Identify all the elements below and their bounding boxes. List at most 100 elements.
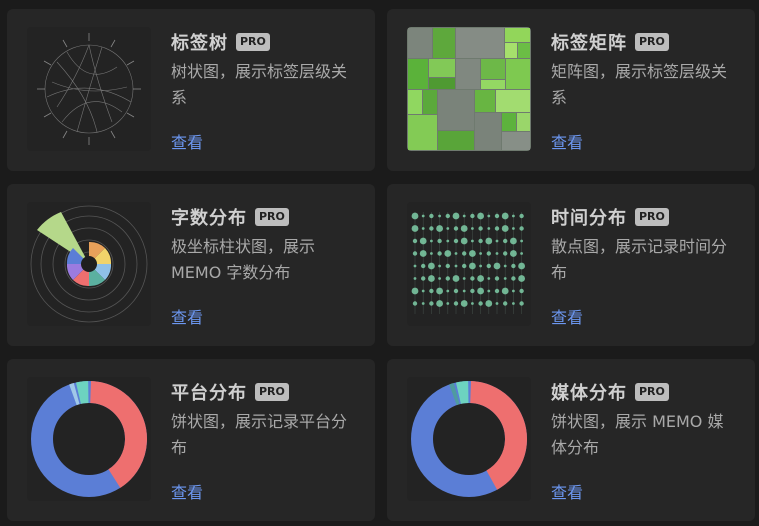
scatter-dot: [452, 212, 460, 220]
scatter-dot: [485, 300, 493, 307]
scatter-dot: [437, 238, 442, 244]
card-title: 平台分布: [171, 383, 247, 404]
scatter-dot: [471, 302, 474, 305]
scatter-dot: [462, 263, 467, 269]
scatter-dot: [518, 262, 525, 270]
scatter-dot: [421, 276, 426, 281]
scatter-dot: [453, 301, 459, 306]
scatter-dot: [454, 252, 458, 255]
scatter-dot: [437, 251, 442, 256]
pro-badge: PRO: [236, 33, 270, 51]
scatter-dot: [445, 276, 450, 281]
scatter-dot: [438, 264, 441, 268]
scatter-dot: [478, 238, 483, 244]
view-link[interactable]: 查看: [171, 129, 203, 153]
scatter-dot: [429, 301, 434, 306]
scatter-dot: [446, 302, 450, 305]
scatter-dot: [421, 227, 425, 230]
scatter-dot: [477, 287, 484, 295]
scatter-dot: [487, 214, 491, 218]
scatter-dot: [444, 250, 452, 257]
scatter-dot: [519, 288, 524, 294]
scatter-dot: [411, 225, 419, 232]
card-time-distribution: 时间分布 PRO 散点图，展示记录时间分布 查看: [387, 184, 755, 346]
card-description: 散点图，展示记录时间分布: [551, 237, 728, 282]
scatter-dot: [511, 276, 516, 281]
view-link[interactable]: 查看: [171, 304, 203, 328]
scatter-dot: [471, 227, 474, 230]
scatter-dot: [494, 276, 500, 281]
card-description: 矩阵图，展示标签层级关系: [551, 62, 728, 107]
scatter-dot: [453, 288, 459, 294]
scatter-dot: [503, 238, 508, 244]
pro-badge: PRO: [255, 208, 289, 226]
scatter-dot: [512, 302, 515, 305]
scatter-dot: [421, 263, 426, 269]
scatter-dot: [486, 263, 491, 269]
scatter-dot: [419, 237, 427, 245]
scatter-dot: [512, 214, 515, 218]
donut-icon: [407, 377, 531, 501]
scatter-dot: [445, 263, 450, 269]
scatter-dot: [487, 227, 491, 230]
scatter-dot: [460, 225, 468, 232]
pro-badge: PRO: [255, 383, 289, 401]
scatter-dot: [430, 239, 433, 243]
scatter-dot: [454, 264, 458, 268]
scatter-dot: [438, 277, 441, 280]
scatter-dot: [470, 213, 475, 219]
view-link[interactable]: 查看: [551, 479, 583, 503]
scatter-dot: [428, 275, 435, 282]
scatter-dot: [495, 302, 499, 305]
scatter-dot: [512, 227, 515, 230]
scatter-dot: [470, 276, 475, 281]
pro-badge: PRO: [635, 383, 669, 401]
scatter-dot: [446, 239, 450, 243]
view-link[interactable]: 查看: [551, 304, 583, 328]
scatter-dot: [519, 301, 524, 306]
scatter-dot: [479, 264, 482, 268]
scatter-dot: [429, 213, 434, 219]
scatter-dot: [503, 264, 507, 268]
card-media-distribution: 媒体分布 PRO 饼状图，展示 MEMO 媒体分布 查看: [387, 359, 755, 521]
scatter-dot: [519, 213, 524, 219]
card-description: 树状图，展示标签层级关系: [171, 62, 348, 107]
card-tag-tree: 标签树 PRO 树状图，展示标签层级关系 查看: [7, 9, 375, 171]
scatter-dot: [462, 214, 466, 218]
scatter-dot: [487, 289, 491, 293]
scatter-dot: [460, 237, 468, 245]
card-title: 媒体分布: [551, 383, 627, 404]
scatter-dot: [436, 225, 443, 232]
scatter-dot: [478, 226, 483, 231]
scatter-dot: [445, 213, 450, 219]
scatter-dot: [477, 275, 484, 282]
scatter-dot: [510, 250, 517, 257]
scatter-dot: [510, 237, 517, 245]
scatter-dot: [452, 275, 460, 282]
scatter-dot: [429, 226, 434, 231]
view-link[interactable]: 查看: [551, 129, 583, 153]
scatter-dot: [419, 250, 427, 257]
scatter-dot: [430, 252, 433, 255]
scatter-dot: [469, 262, 476, 270]
scatter-dot: [453, 226, 459, 231]
scatter-dot: [503, 277, 507, 280]
scatter-dot: [462, 251, 467, 256]
donut-icon: [27, 377, 151, 501]
view-link[interactable]: 查看: [171, 479, 203, 503]
scatter-dot: [411, 287, 419, 295]
scatter-dot: [494, 213, 500, 219]
scatter-dot: [485, 237, 493, 245]
card-title: 字数分布: [171, 208, 247, 229]
card-title: 时间分布: [551, 208, 627, 229]
scatter-dot: [413, 264, 417, 268]
scatter-dot: [446, 289, 450, 293]
polar-bar-icon: [27, 202, 151, 326]
pro-badge: PRO: [635, 208, 669, 226]
scatter-dot: [412, 301, 418, 306]
scatter-dot: [501, 287, 509, 295]
scatter-dot: [429, 288, 434, 294]
scatter-dot: [460, 300, 468, 307]
scatter-dot: [495, 252, 499, 255]
scatter-dot: [494, 226, 500, 231]
